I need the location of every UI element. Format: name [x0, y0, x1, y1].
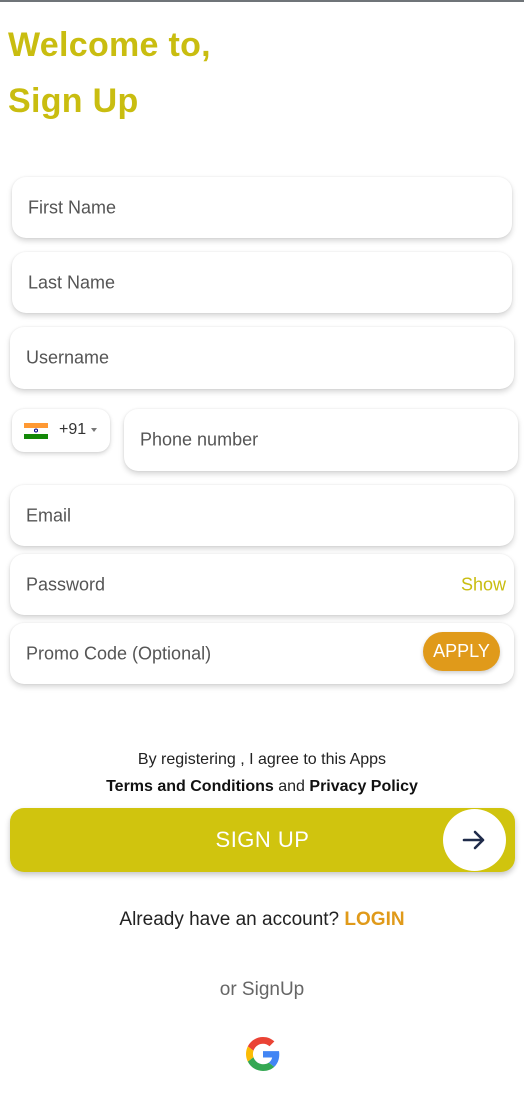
- status-divider: [0, 0, 524, 2]
- terms-link[interactable]: Terms and Conditions: [106, 778, 274, 795]
- last-name-field[interactable]: Last Name: [12, 252, 512, 313]
- login-link[interactable]: LOGIN: [344, 909, 404, 930]
- login-prompt-text: Already have an account?: [119, 909, 340, 930]
- first-name-field[interactable]: First Name: [12, 177, 512, 238]
- arrow-right-icon[interactable]: [443, 809, 506, 871]
- password-field[interactable]: Password Show: [10, 554, 514, 615]
- signup-button-label: SIGN UP: [215, 827, 310, 852]
- or-signup-label: or SignUp: [219, 979, 305, 1000]
- dropdown-caret-icon: [91, 428, 97, 432]
- privacy-link[interactable]: Privacy Policy: [309, 778, 418, 795]
- promo-placeholder: Promo Code (Optional): [26, 643, 212, 663]
- signup-title: Sign Up: [8, 82, 139, 120]
- promo-code-field[interactable]: Promo Code (Optional) APPLY: [10, 623, 514, 684]
- first-name-placeholder: First Name: [28, 197, 117, 217]
- terms-intro: By registering , I agree to this Apps: [137, 751, 387, 768]
- username-field[interactable]: Username: [10, 327, 514, 389]
- username-placeholder: Username: [26, 347, 110, 368]
- terms-line: Terms and Conditions and Privacy Policy: [0, 778, 524, 796]
- email-field[interactable]: Email: [10, 485, 514, 546]
- email-placeholder: Email: [26, 505, 72, 525]
- india-flag-icon: [24, 423, 48, 439]
- phone-number-field[interactable]: Phone number: [124, 409, 518, 471]
- password-placeholder: Password: [26, 574, 106, 594]
- show-password-toggle[interactable]: Show: [461, 574, 506, 595]
- country-code: +91: [59, 421, 87, 438]
- terms-and-text: and: [278, 778, 305, 795]
- apply-promo-button[interactable]: APPLY: [423, 632, 500, 671]
- google-icon[interactable]: [246, 1037, 280, 1071]
- country-code-picker[interactable]: +91: [12, 409, 110, 452]
- signup-button[interactable]: SIGN UP: [10, 808, 515, 872]
- welcome-title: Welcome to,: [8, 26, 211, 64]
- last-name-placeholder: Last Name: [28, 272, 116, 292]
- login-prompt: Already have an account? LOGIN: [0, 909, 524, 931]
- phone-placeholder: Phone number: [140, 429, 259, 450]
